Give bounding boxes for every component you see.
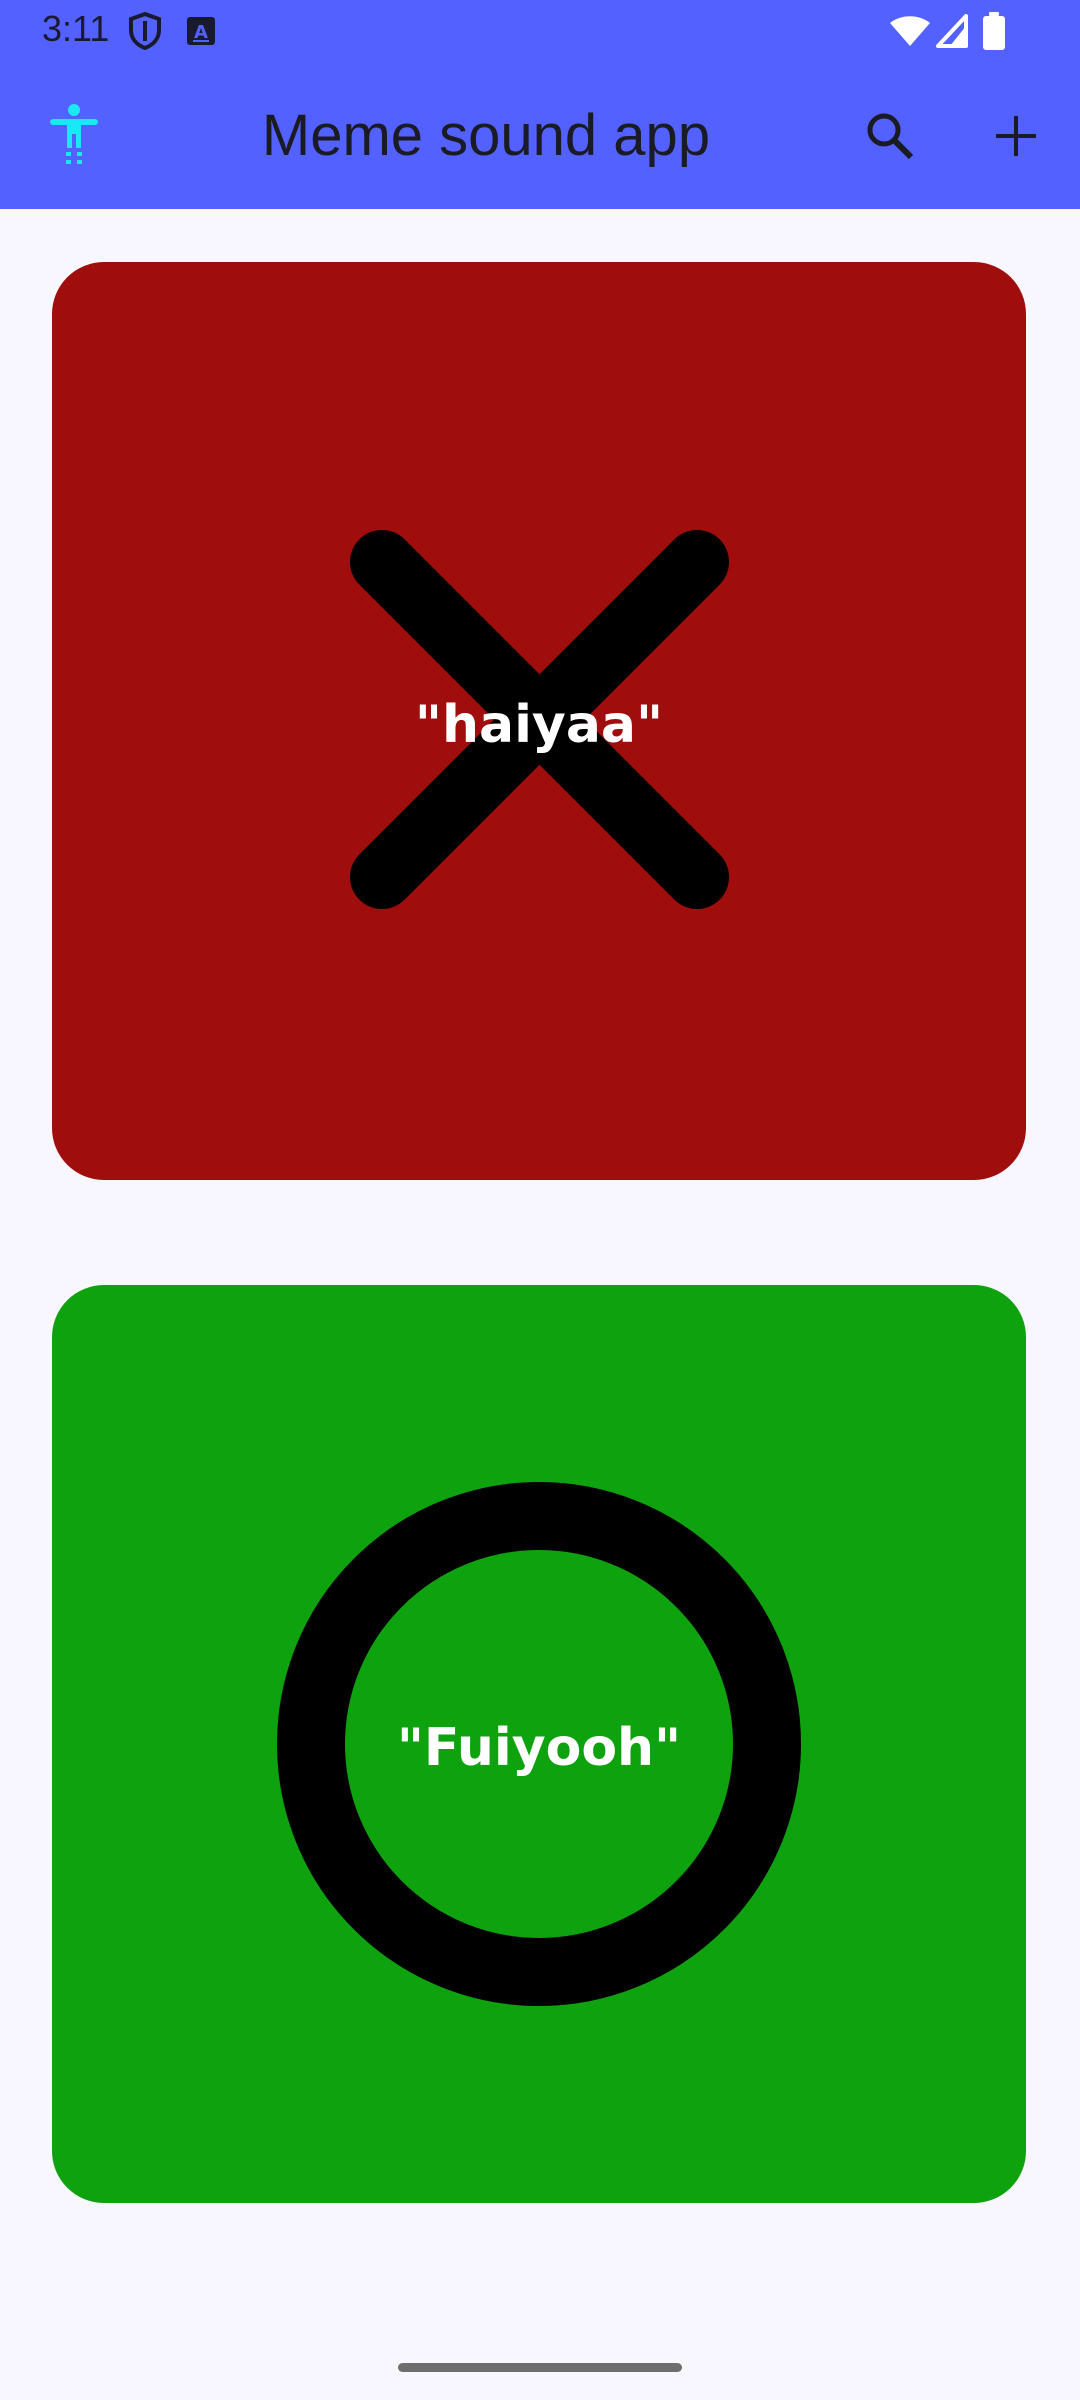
battery-icon <box>982 12 1006 55</box>
svg-text:A: A <box>194 22 208 43</box>
sound-card-label: "haiyaa" <box>414 695 664 755</box>
keyboard-icon: A <box>186 16 216 51</box>
home-gesture-bar[interactable] <box>398 2363 682 2372</box>
cellular-signal-icon <box>936 14 968 53</box>
shield-icon <box>128 11 162 55</box>
add-icon[interactable] <box>972 92 1060 180</box>
sound-card-label: "Fuiyooh" <box>396 1718 682 1778</box>
status-time: 3:11 <box>42 8 110 49</box>
status-bar: 3:11 A <box>0 0 1080 62</box>
sound-card-haiyaa[interactable]: "haiyaa" <box>52 262 1026 1180</box>
app-bar: Meme sound app <box>0 62 1080 209</box>
search-icon[interactable] <box>846 92 934 180</box>
wifi-icon <box>888 14 932 53</box>
sound-card-fuiyooh[interactable]: "Fuiyooh" <box>52 1285 1026 2203</box>
app-screen: 3:11 A Meme sound app "haiyaa" "Fuiyooh" <box>0 0 1080 2400</box>
